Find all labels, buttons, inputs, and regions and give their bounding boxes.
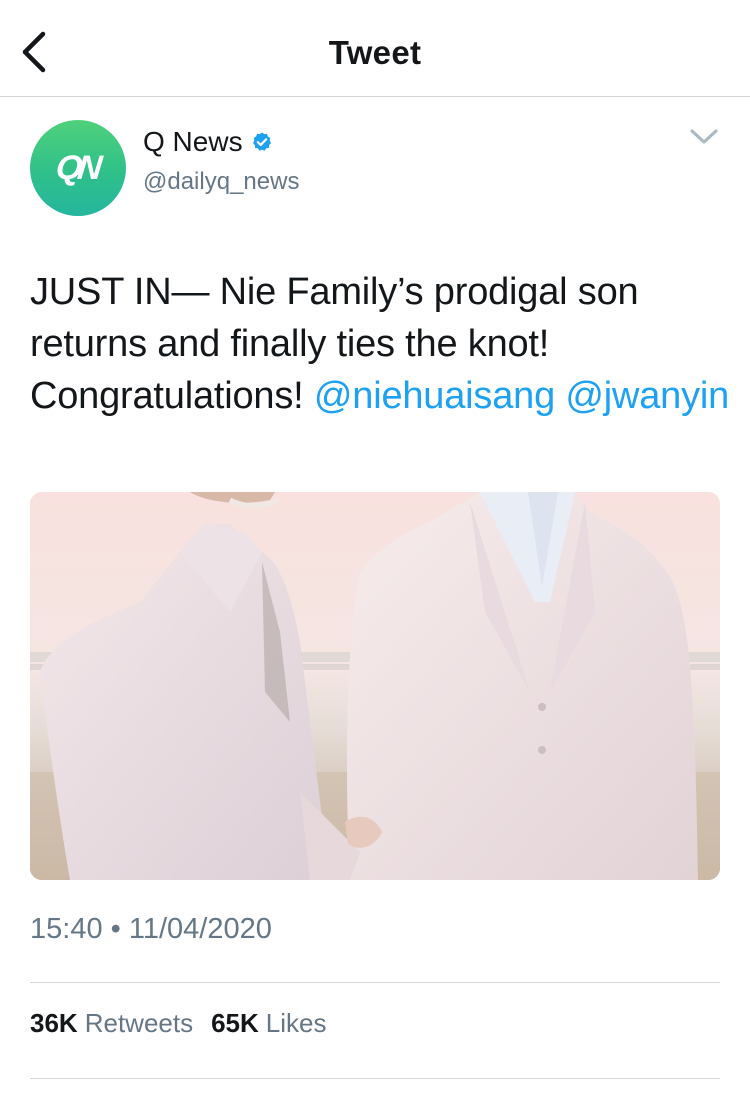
avatar[interactable]: QN (30, 120, 126, 216)
likes-label: Likes (265, 1008, 327, 1038)
tweet-menu-button[interactable] (684, 122, 724, 152)
tweet-stats: 36K Retweets 65K Likes (30, 1008, 345, 1039)
tweet-photo[interactable] (30, 492, 720, 880)
retweets-stat[interactable]: 36K Retweets (30, 1008, 193, 1039)
likes-count: 65K (211, 1008, 259, 1038)
retweets-label: Retweets (84, 1008, 194, 1038)
tweet-time: 15:40 (30, 913, 103, 945)
divider (30, 1078, 720, 1079)
retweets-count: 36K (30, 1008, 78, 1038)
author-handle[interactable]: @dailyq_news (143, 168, 299, 196)
tweet-date: 11/04/2020 (128, 913, 272, 945)
mention-link[interactable]: @jwanyin (565, 375, 729, 417)
author-display-name: Q News (143, 126, 243, 157)
navigation-bar: Tweet (0, 0, 750, 97)
avatar-logo-text: QN (53, 148, 99, 187)
author-display-name-row[interactable]: Q News (143, 126, 273, 158)
chevron-down-icon (690, 129, 718, 144)
likes-stat[interactable]: 65K Likes (211, 1008, 326, 1039)
tweet-text: JUST IN— Nie Family’s prodigal son retur… (30, 266, 730, 422)
mention-link[interactable]: @niehuaisang (314, 375, 555, 417)
timestamp-separator: • (110, 913, 121, 945)
tweet-timestamp[interactable]: 15:40 • 11/04/2020 (30, 913, 272, 946)
wedding-photo-image (30, 492, 720, 880)
verified-badge-icon (251, 131, 273, 153)
divider (30, 982, 720, 983)
page-title: Tweet (328, 34, 422, 71)
